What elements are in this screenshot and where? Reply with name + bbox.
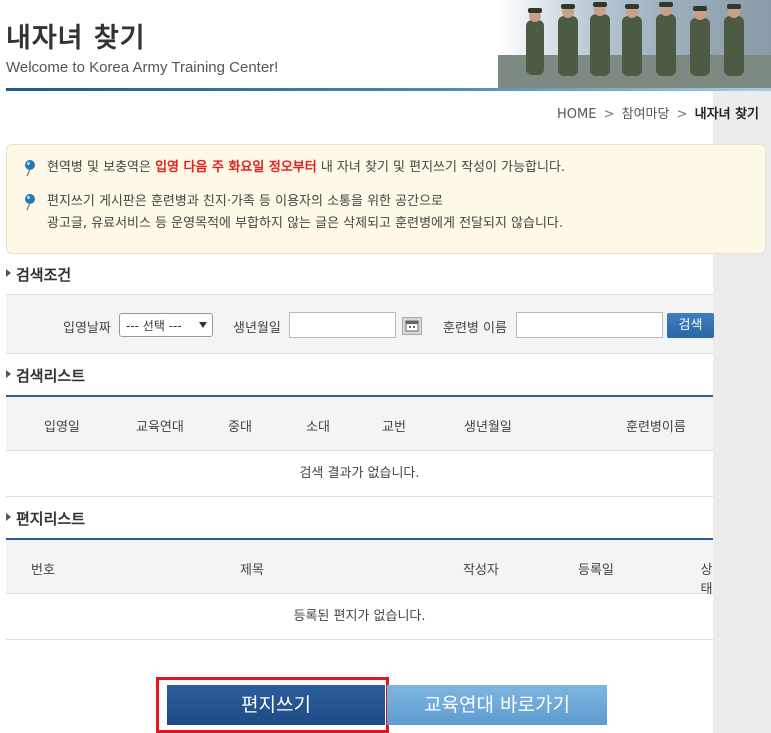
- soldiers-photo-illustration: [498, 2, 771, 88]
- notice-text: 광고글, 유료서비스 등 운영목적에 부합하지 않는 글은 삭제되고 훈련병에게…: [47, 216, 564, 231]
- page-header: 내자녀 찾기 Welcome to Korea Army Training Ce…: [0, 0, 771, 92]
- column-header: 제목: [240, 563, 264, 578]
- result-empty-message: 검색 결과가 없습니다.: [6, 451, 713, 497]
- section-title-text: 검색리스트: [16, 367, 86, 385]
- search-button[interactable]: 검색: [667, 313, 714, 338]
- notice-text: 내 자녀 찾기 및 편지쓰기 작성이 가능합니다.: [316, 160, 566, 175]
- letter-table-header: 번호 제목 작성자 등록일 상태: [6, 538, 713, 597]
- page-subtitle: Welcome to Korea Army Training Center!: [6, 59, 279, 76]
- pin-icon: [25, 160, 35, 177]
- column-header: 소대: [306, 420, 330, 435]
- search-form: 입영날짜 --- 선택 --- 생년월일 훈련병 이름 검색: [6, 294, 714, 354]
- notice-box: 현역병 및 보충역은 입영 다음 주 화요일 정오부터 내 자녀 찾기 및 편지…: [6, 144, 766, 254]
- column-header: 상태: [700, 563, 713, 597]
- notice-highlight: 입영 다음 주 화요일 정오부터: [155, 160, 317, 175]
- trainee-name-input[interactable]: [516, 312, 663, 338]
- letter-section-title: 편지리스트: [6, 508, 85, 529]
- column-header: 교육연대: [136, 420, 184, 435]
- birth-date-label: 생년월일: [233, 321, 281, 336]
- column-header: 입영일: [44, 420, 80, 435]
- column-header: 작성자: [463, 563, 499, 578]
- result-table-header: 입영일 교육연대 중대 소대 교번 생년월일 훈련병이름: [6, 395, 713, 451]
- letter-empty-message: 등록된 편지가 없습니다.: [6, 594, 713, 640]
- birth-date-input[interactable]: [289, 312, 396, 338]
- notice-item: 편지쓰기 게시판은 훈련병과 친지·가족 등 이용자의 소통을 위한 공간으로 …: [21, 191, 751, 235]
- notice-text: 현역병 및 보충역은: [47, 160, 156, 175]
- column-header: 번호: [31, 563, 55, 578]
- breadcrumb-home[interactable]: HOME: [557, 107, 596, 122]
- column-header: 교번: [382, 420, 406, 435]
- trainee-name-label: 훈련병 이름: [443, 321, 507, 336]
- pin-icon: [25, 194, 35, 211]
- enlist-date-select[interactable]: --- 선택 ---: [119, 313, 213, 337]
- breadcrumb-parent[interactable]: 참여마당: [622, 107, 670, 122]
- enlist-date-selected: --- 선택 ---: [126, 319, 182, 333]
- column-header: 훈련병이름: [626, 420, 686, 435]
- calendar-icon[interactable]: [402, 317, 422, 335]
- breadcrumb: HOME > 참여마당 > 내자녀 찾기: [557, 103, 759, 122]
- write-letter-button[interactable]: 편지쓰기: [167, 685, 385, 725]
- triangle-bullet-icon: [6, 370, 11, 378]
- notice-text: 편지쓰기 게시판은 훈련병과 친지·가족 등 이용자의 소통을 위한 공간으로: [47, 194, 443, 209]
- section-title-text: 편지리스트: [16, 510, 86, 528]
- column-header: 중대: [228, 420, 252, 435]
- column-header: 생년월일: [464, 420, 512, 435]
- header-divider: [6, 88, 771, 91]
- page-title: 내자녀 찾기: [6, 23, 146, 54]
- result-section-title: 검색리스트: [6, 365, 85, 386]
- column-header: 등록일: [578, 563, 614, 578]
- breadcrumb-separator: >: [603, 107, 615, 122]
- go-regiment-button[interactable]: 교육연대 바로가기: [387, 685, 607, 725]
- section-title-text: 검색조건: [16, 266, 72, 284]
- enlist-date-label: 입영날짜: [63, 321, 111, 336]
- chevron-down-icon: [199, 322, 207, 328]
- header-soldiers-photo: [498, 0, 771, 88]
- breadcrumb-separator: >: [676, 107, 688, 122]
- triangle-bullet-icon: [6, 269, 11, 277]
- search-section-title: 검색조건: [6, 264, 71, 285]
- notice-item: 현역병 및 보충역은 입영 다음 주 화요일 정오부터 내 자녀 찾기 및 편지…: [21, 157, 751, 179]
- breadcrumb-current: 내자녀 찾기: [694, 107, 759, 122]
- triangle-bullet-icon: [6, 513, 11, 521]
